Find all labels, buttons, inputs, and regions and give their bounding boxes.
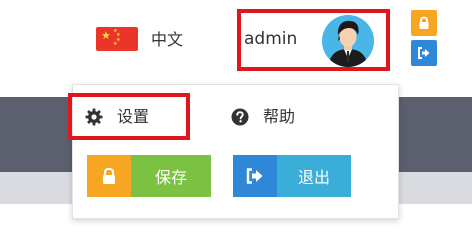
save-button[interactable]: 保存 [87, 155, 211, 197]
language-label[interactable]: 中文 [151, 31, 183, 49]
settings-highlight-box [68, 93, 190, 140]
screen: ★ ★ ★ ★ ★ 中文 admin 设置 帮助 保存 退出 [0, 0, 472, 241]
save-button-icon-area [87, 155, 131, 197]
lock-icon [419, 16, 429, 29]
sign-out-icon [246, 168, 263, 184]
logout-label: 退出 [277, 155, 351, 197]
lock-button[interactable] [411, 10, 437, 36]
logout-button-icon-area [233, 155, 277, 197]
user-name[interactable]: admin [244, 29, 297, 49]
lock-icon [103, 167, 115, 184]
china-flag-icon[interactable]: ★ ★ ★ ★ ★ [96, 27, 138, 51]
help-label: 帮助 [263, 107, 296, 126]
flag-star-icon: ★ [101, 29, 111, 42]
question-circle-icon [231, 108, 249, 126]
sign-out-button[interactable] [411, 40, 437, 66]
sign-out-icon [418, 47, 430, 59]
flag-star-icon: ★ [113, 41, 118, 47]
user-avatar-icon[interactable] [322, 15, 374, 67]
save-label: 保存 [131, 155, 211, 197]
menu-item-help[interactable]: 帮助 [231, 97, 341, 137]
top-header [0, 0, 472, 80]
logout-button[interactable]: 退出 [233, 155, 351, 197]
